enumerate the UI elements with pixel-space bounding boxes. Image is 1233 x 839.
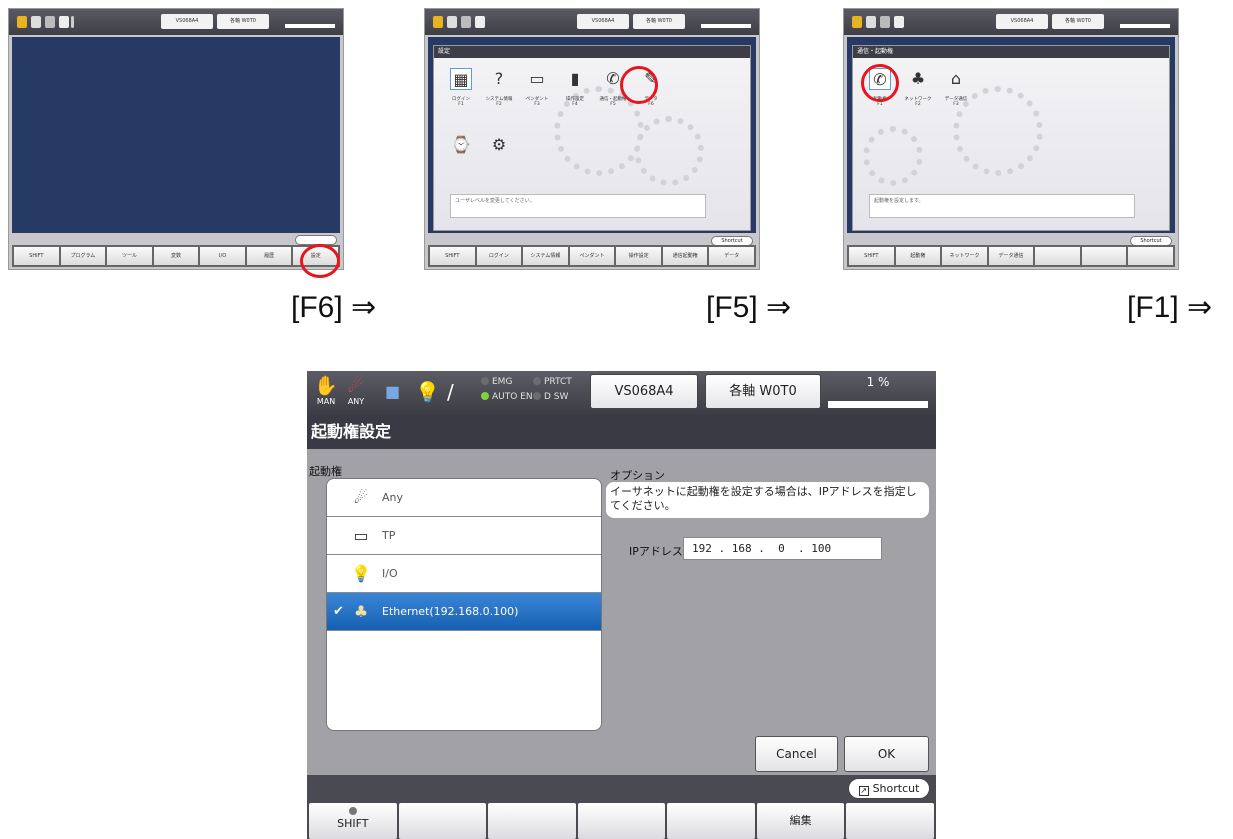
ip-address-field[interactable]: 192 . 168 . 0 . 100 <box>683 537 882 560</box>
check-icon: ✔ <box>333 604 344 619</box>
wrench-icon: / <box>447 380 454 404</box>
option-message: イーサネットに起動権を設定する場合は、IPアドレスを指定してください。 <box>606 482 929 518</box>
status-bar: ✋ MAN ☄ ANY ■ 💡 / EMG PRTCT AUTO EN D SW… <box>307 371 936 415</box>
shortcut-button[interactable]: ↗ Shortcut <box>848 778 930 799</box>
fkey-f2[interactable] <box>488 803 576 839</box>
fkey-f6[interactable] <box>846 803 935 839</box>
dsw-indicator: D SW <box>533 392 568 403</box>
step-f1-label: [F1] ⇒ <box>1127 291 1213 324</box>
thumb-status-bar: VS068A4 各軸 W0T0 <box>9 9 343 35</box>
list-item-any[interactable]: ☄ Any <box>327 479 601 517</box>
any-mode-indicator[interactable]: ☄ ANY <box>343 375 369 407</box>
speed-percent[interactable]: 1 % <box>828 375 928 389</box>
pendant-icon: ▭ <box>353 526 369 545</box>
robot-type-button[interactable]: VS068A4 <box>590 374 698 409</box>
authority-section-label: 起動権 <box>309 465 342 478</box>
fkey-f1[interactable] <box>398 803 487 839</box>
any-icon: ☄ <box>353 488 369 507</box>
option-section-label: オプション <box>610 469 665 482</box>
page-title: 起動権設定 <box>307 415 936 449</box>
thumbnail-screen-1: VS068A4 各軸 W0T0 SHIFT プログラム ツール 変数 I/O 履歴 設定 <box>8 8 344 280</box>
thumb-frame: VS068A4 各軸 W0T0 SHIFT プログラム ツール 変数 I/O 履歴 設定 <box>8 8 344 270</box>
fkey-f5-edit[interactable]: 編集 <box>756 803 845 839</box>
thumb-comm-panel: 通信・起動権 ✆ ♣ ⌂ 起動権 F1 ネットワーク F2 データ通信 F3 起動権を… <box>852 45 1170 231</box>
bulb-icon: 💡 <box>351 564 371 583</box>
thumb-blank-screen <box>12 37 340 233</box>
step-f6-label: [F6] ⇒ <box>291 291 377 324</box>
list-item-ethernet[interactable]: ✔ ♣ Ethernet(192.168.0.100) <box>327 593 601 631</box>
start-authority-screen: ✋ MAN ☄ ANY ■ 💡 / EMG PRTCT AUTO EN D SW… <box>307 371 936 839</box>
cancel-button[interactable]: Cancel <box>755 736 838 772</box>
thumbnail-screen-3: VS068A4 各軸 W0T0 通信・起動権 ✆ ♣ ⌂ 起動権 F1 ネットワー… <box>843 8 1179 280</box>
any-icon: ☄ <box>347 375 365 397</box>
ok-button[interactable]: OK <box>844 736 929 772</box>
thumb-status-bar: VS068A4 各軸 W0T0 <box>425 9 759 35</box>
thumb-fkeys: SHIFT ログイン システム情報 ペンダント 操作設定 通信起動権 データ <box>428 245 756 267</box>
thumb-frame: VS068A4 各軸 W0T0 設定 ▦ ? ▭ ▮ ✆ ✎ ⌚ ⚙ ログイン F… <box>424 8 760 270</box>
highlight-f6-circle <box>300 244 340 278</box>
step-f5-label: [F5] ⇒ <box>706 291 792 324</box>
network-icon: ♣ <box>353 602 369 621</box>
highlight-f1-circle <box>861 64 899 102</box>
thumb-settings-panel: 設定 ▦ ? ▭ ▮ ✆ ✎ ⌚ ⚙ ログイン F1 システム情報 F2 ペンダント… <box>433 45 751 231</box>
highlight-f5-circle <box>620 66 658 104</box>
hand-icon: ✋ <box>314 375 338 397</box>
emg-indicator: EMG <box>481 377 512 388</box>
fkey-shift[interactable]: SHIFT <box>309 803 397 839</box>
list-item-io[interactable]: 💡 I/O <box>327 555 601 593</box>
stop-square-icon: ■ <box>385 382 401 401</box>
thumb-status-bar: VS068A4 各軸 W0T0 <box>844 9 1178 35</box>
thumb-frame: VS068A4 各軸 W0T0 通信・起動権 ✆ ♣ ⌂ 起動権 F1 ネットワー… <box>843 8 1179 270</box>
function-keys: SHIFT 編集 <box>307 803 936 839</box>
list-item-tp[interactable]: ▭ TP <box>327 517 601 555</box>
ip-address-label: IPアドレス <box>629 545 683 558</box>
axis-tool-button[interactable]: 各軸 W0T0 <box>705 374 821 409</box>
speed-bar <box>828 401 928 408</box>
edit-square-icon: ↗ <box>858 786 869 796</box>
authority-list: ☄ Any ▭ TP 💡 I/O ✔ ♣ Ethernet(192.168.0.… <box>326 478 602 731</box>
fkey-f4[interactable] <box>667 803 755 839</box>
fkey-f3[interactable] <box>577 803 666 839</box>
shift-dot-icon <box>348 807 357 815</box>
bulb-icon: 💡 <box>415 380 440 404</box>
auto-en-indicator: AUTO EN <box>481 392 533 403</box>
thumbnail-screen-2: VS068A4 各軸 W0T0 設定 ▦ ? ▭ ▮ ✆ ✎ ⌚ ⚙ ログイン F… <box>424 8 760 280</box>
prtct-indicator: PRTCT <box>533 377 572 388</box>
man-mode-indicator[interactable]: ✋ MAN <box>313 375 339 407</box>
thumb-fkeys: SHIFT プログラム ツール 変数 I/O 履歴 設定 <box>12 245 340 267</box>
thumb-fkeys: SHIFT 起動権 ネットワーク データ通信 <box>847 245 1175 267</box>
